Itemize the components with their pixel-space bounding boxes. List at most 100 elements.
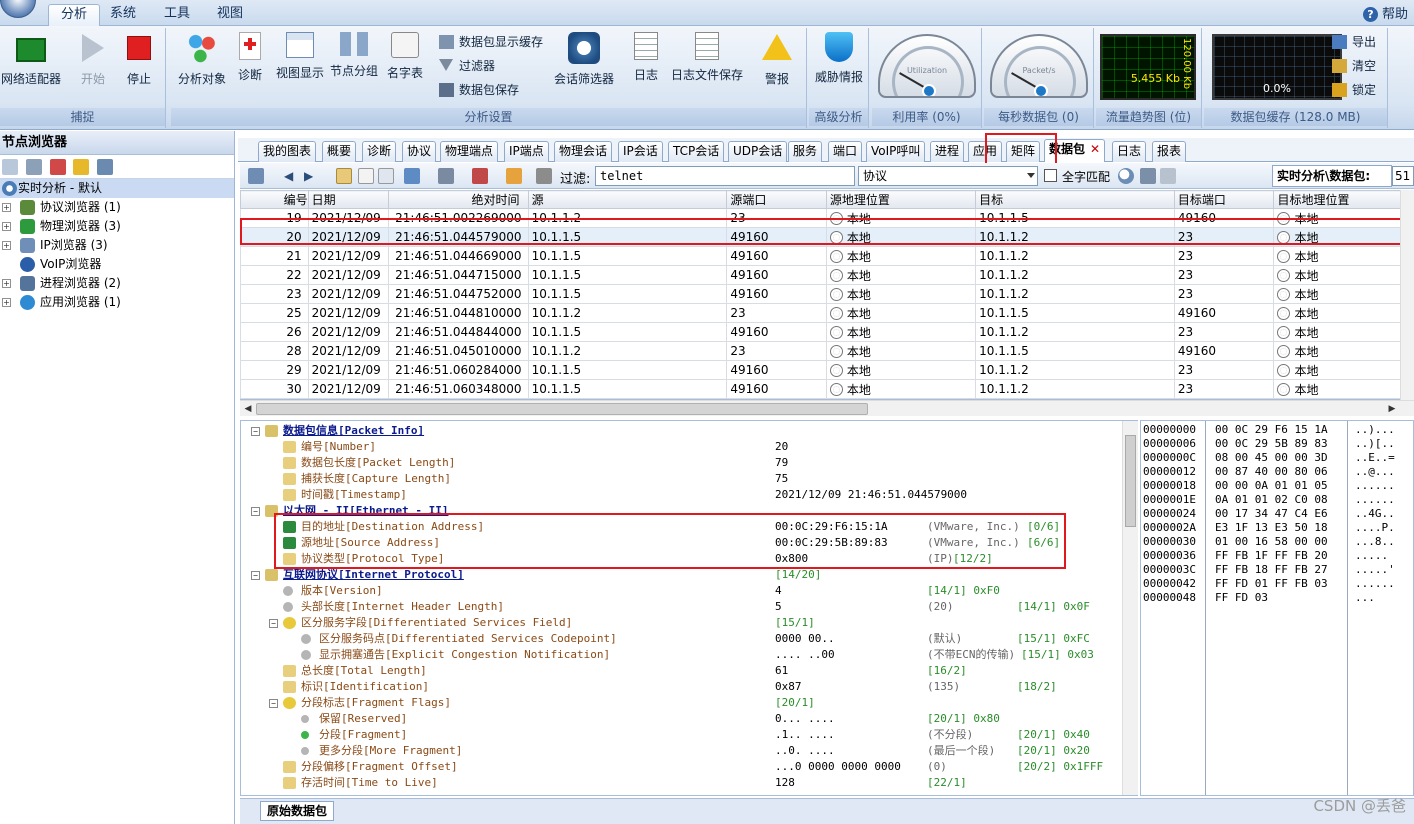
column-header[interactable]: 源端口 bbox=[726, 190, 827, 209]
start-button[interactable]: 开始 bbox=[72, 32, 114, 87]
hex-view-icon[interactable] bbox=[378, 168, 394, 184]
filter-apply-icon[interactable] bbox=[1140, 168, 1156, 184]
export-button[interactable]: 导出 bbox=[1332, 32, 1376, 52]
decode-row[interactable]: − 分段标志[Fragment Flags] [20/1] bbox=[241, 695, 1121, 711]
detail-view-icon[interactable] bbox=[358, 168, 374, 184]
tool-icon-2[interactable] bbox=[25, 159, 42, 175]
expand-icon[interactable]: + bbox=[2, 203, 11, 212]
tab-18[interactable]: 报表 bbox=[1152, 141, 1187, 162]
list-view-icon[interactable] bbox=[336, 168, 352, 184]
collapse-icon[interactable]: − bbox=[251, 427, 260, 436]
column-header[interactable]: 目标地理位置 bbox=[1273, 190, 1414, 209]
menu-tab-view[interactable]: 视图 bbox=[205, 4, 255, 26]
help-button[interactable]: ? 帮助 bbox=[1362, 3, 1408, 22]
analysis-object-button[interactable]: 分析对象 bbox=[175, 32, 229, 87]
decode-row[interactable]: 分段[Fragment] .1.. .... (不分段) [20/1] 0x40 bbox=[241, 727, 1121, 743]
packet-row[interactable]: 25 2021/12/09 21:46:51.044810000 10.1.1.2 23… bbox=[240, 303, 1414, 323]
network-adapter-button[interactable]: 网络适配器 bbox=[0, 32, 62, 87]
tab-12[interactable]: VoIP呼叫 bbox=[866, 141, 926, 162]
tree-item-physical[interactable]: + 物理浏览器 (3) bbox=[0, 217, 234, 236]
menu-tab-analysis[interactable]: 分析 bbox=[48, 4, 101, 26]
packet-row[interactable]: 30 2021/12/09 21:46:51.060348000 10.1.1.5 49… bbox=[240, 379, 1414, 399]
packet-row[interactable]: 23 2021/12/09 21:46:51.044752000 10.1.1.5 49… bbox=[240, 284, 1414, 304]
filter-clear-icon[interactable] bbox=[1160, 168, 1176, 184]
whole-word-checkbox[interactable] bbox=[1044, 169, 1057, 182]
tab-5[interactable]: IP端点 bbox=[504, 141, 549, 162]
tool-icon-1[interactable] bbox=[2, 159, 18, 175]
packet-row[interactable]: 21 2021/12/09 21:46:51.044669000 10.1.1.5 49… bbox=[240, 246, 1414, 266]
expand-icon[interactable]: + bbox=[2, 298, 11, 307]
decode-row[interactable]: 目的地址[Destination Address] 00:0C:29:F6:15:… bbox=[241, 519, 1121, 535]
tab-8[interactable]: TCP会话 bbox=[668, 141, 725, 162]
tab-16[interactable]: 数据包 ✕ bbox=[1044, 139, 1106, 162]
back-arrow-icon[interactable]: ◀ bbox=[284, 168, 300, 184]
decode-row[interactable]: 时间戳[Timestamp] 2021/12/09 21:46:51.044579… bbox=[241, 487, 1121, 503]
tab-9[interactable]: UDP会话 bbox=[728, 141, 788, 162]
packet-list-horizontal-scrollbar[interactable]: ◀ ▶ bbox=[240, 400, 1414, 416]
menu-tab-system[interactable]: 系统 bbox=[98, 4, 148, 26]
collapse-icon[interactable]: − bbox=[269, 699, 278, 708]
scroll-right-icon[interactable]: ▶ bbox=[1386, 403, 1398, 415]
scroll-left-icon[interactable]: ◀ bbox=[242, 403, 254, 415]
column-header[interactable]: 绝对时间 bbox=[387, 190, 529, 209]
save-icon[interactable] bbox=[248, 168, 264, 184]
menu-tab-tools[interactable]: 工具 bbox=[152, 4, 202, 26]
tab-1[interactable]: 概要 bbox=[322, 141, 357, 162]
decode-row[interactable]: 存活时间[Time to Live] 128 [22/1] bbox=[241, 775, 1121, 791]
clear-button[interactable]: 清空 bbox=[1332, 56, 1376, 76]
decode-scroll-thumb[interactable] bbox=[1125, 435, 1136, 527]
tab-2[interactable]: 诊断 bbox=[362, 141, 397, 162]
tree-item-voip[interactable]: VoIP浏览器 bbox=[0, 255, 234, 274]
tool-icon-3[interactable] bbox=[49, 159, 66, 175]
decode-row[interactable]: 更多分段[More Fragment] ..0. .... (最后一个段) [20/1… bbox=[241, 743, 1121, 759]
raw-packet-tab[interactable]: 原始数据包 bbox=[260, 801, 335, 821]
node-group-button[interactable]: 节点分组 bbox=[327, 32, 381, 79]
decode-row[interactable]: 版本[Version] 4 [14/1] 0xF0 bbox=[241, 583, 1121, 599]
tab-0[interactable]: 我的图表 bbox=[258, 141, 317, 162]
packet-row[interactable]: 19 2021/12/09 21:46:51.002269000 10.1.1.2 23… bbox=[240, 208, 1414, 228]
tab-7[interactable]: IP会话 bbox=[618, 141, 663, 162]
packet-display-cache-button[interactable]: 数据包显示缓存 bbox=[439, 32, 543, 52]
scroll-thumb[interactable] bbox=[256, 403, 868, 415]
tab-4[interactable]: 物理端点 bbox=[440, 141, 499, 162]
lock-button[interactable]: 锁定 bbox=[1332, 80, 1376, 100]
packet-row[interactable]: 28 2021/12/09 21:46:51.045010000 10.1.1.2 23… bbox=[240, 341, 1414, 361]
packet-row[interactable]: 26 2021/12/09 21:46:51.044844000 10.1.1.5 49… bbox=[240, 322, 1414, 342]
tab-15[interactable]: 矩阵 bbox=[1006, 141, 1041, 162]
tab-13[interactable]: 进程 bbox=[930, 141, 965, 162]
packet-save-button[interactable]: 数据包保存 bbox=[439, 80, 519, 100]
filter-button[interactable]: 过滤器 bbox=[439, 56, 495, 76]
column-header[interactable]: 目标端口 bbox=[1173, 190, 1275, 209]
decode-row[interactable]: − 以太网 - II[Ethernet - II] bbox=[241, 503, 1121, 519]
session-filter-button[interactable]: 会话筛选器 bbox=[551, 32, 617, 87]
filter-field-select[interactable]: 协议 bbox=[858, 166, 1038, 186]
log-file-save-button[interactable]: 日志文件保存 bbox=[669, 32, 745, 83]
decode-icon[interactable] bbox=[404, 168, 420, 184]
tab-10[interactable]: 服务 bbox=[788, 141, 823, 162]
tab-11[interactable]: 端口 bbox=[828, 141, 863, 162]
decode-row[interactable]: 显示拥塞通告[Explicit Congestion Notification]… bbox=[241, 647, 1121, 663]
tab-3[interactable]: 协议 bbox=[402, 141, 437, 162]
decode-row[interactable]: 保留[Reserved] 0... .... [20/1] 0x80 bbox=[241, 711, 1121, 727]
tree-item-ip[interactable]: + IP浏览器 (3) bbox=[0, 236, 234, 255]
app-menu-button[interactable] bbox=[0, 0, 36, 18]
tree-item-protocol[interactable]: + 协议浏览器 (1) bbox=[0, 198, 234, 217]
alarm-button[interactable]: 警报 bbox=[757, 32, 797, 87]
decode-row[interactable]: 源地址[Source Address] 00:0C:29:5B:89:83 (VMw… bbox=[241, 535, 1121, 551]
find-icon[interactable] bbox=[472, 168, 488, 184]
decode-row[interactable]: − 区分服务字段[Differentiated Services Field] [1… bbox=[241, 615, 1121, 631]
threat-intel-button[interactable]: 威胁情报 bbox=[811, 32, 867, 85]
forward-arrow-icon[interactable]: ▶ bbox=[304, 168, 320, 184]
decode-row[interactable]: 分段偏移[Fragment Offset] ...0 0000 0000 0000… bbox=[241, 759, 1121, 775]
tree-root[interactable]: 实时分析 - 默认 bbox=[0, 179, 234, 198]
packet-row[interactable]: 20 2021/12/09 21:46:51.044579000 10.1.1.5 49… bbox=[240, 227, 1414, 247]
decode-row[interactable]: 标识[Identification] 0x87 (135) [18/2] bbox=[241, 679, 1121, 695]
decode-row[interactable]: 区分服务码点[Differentiated Services Codepoint… bbox=[241, 631, 1121, 647]
expand-icon[interactable]: + bbox=[2, 222, 11, 231]
decode-row[interactable]: 数据包长度[Packet Length] 79 bbox=[241, 455, 1121, 471]
decode-scrollbar[interactable] bbox=[1122, 421, 1138, 795]
packet-row[interactable]: 29 2021/12/09 21:46:51.060284000 10.1.1.5 49… bbox=[240, 360, 1414, 380]
decode-row[interactable]: 头部长度[Internet Header Length] 5 (20) [14/1] … bbox=[241, 599, 1121, 615]
tree-item-application[interactable]: + 应用浏览器 (1) bbox=[0, 293, 234, 312]
collapse-icon[interactable]: − bbox=[251, 571, 260, 580]
